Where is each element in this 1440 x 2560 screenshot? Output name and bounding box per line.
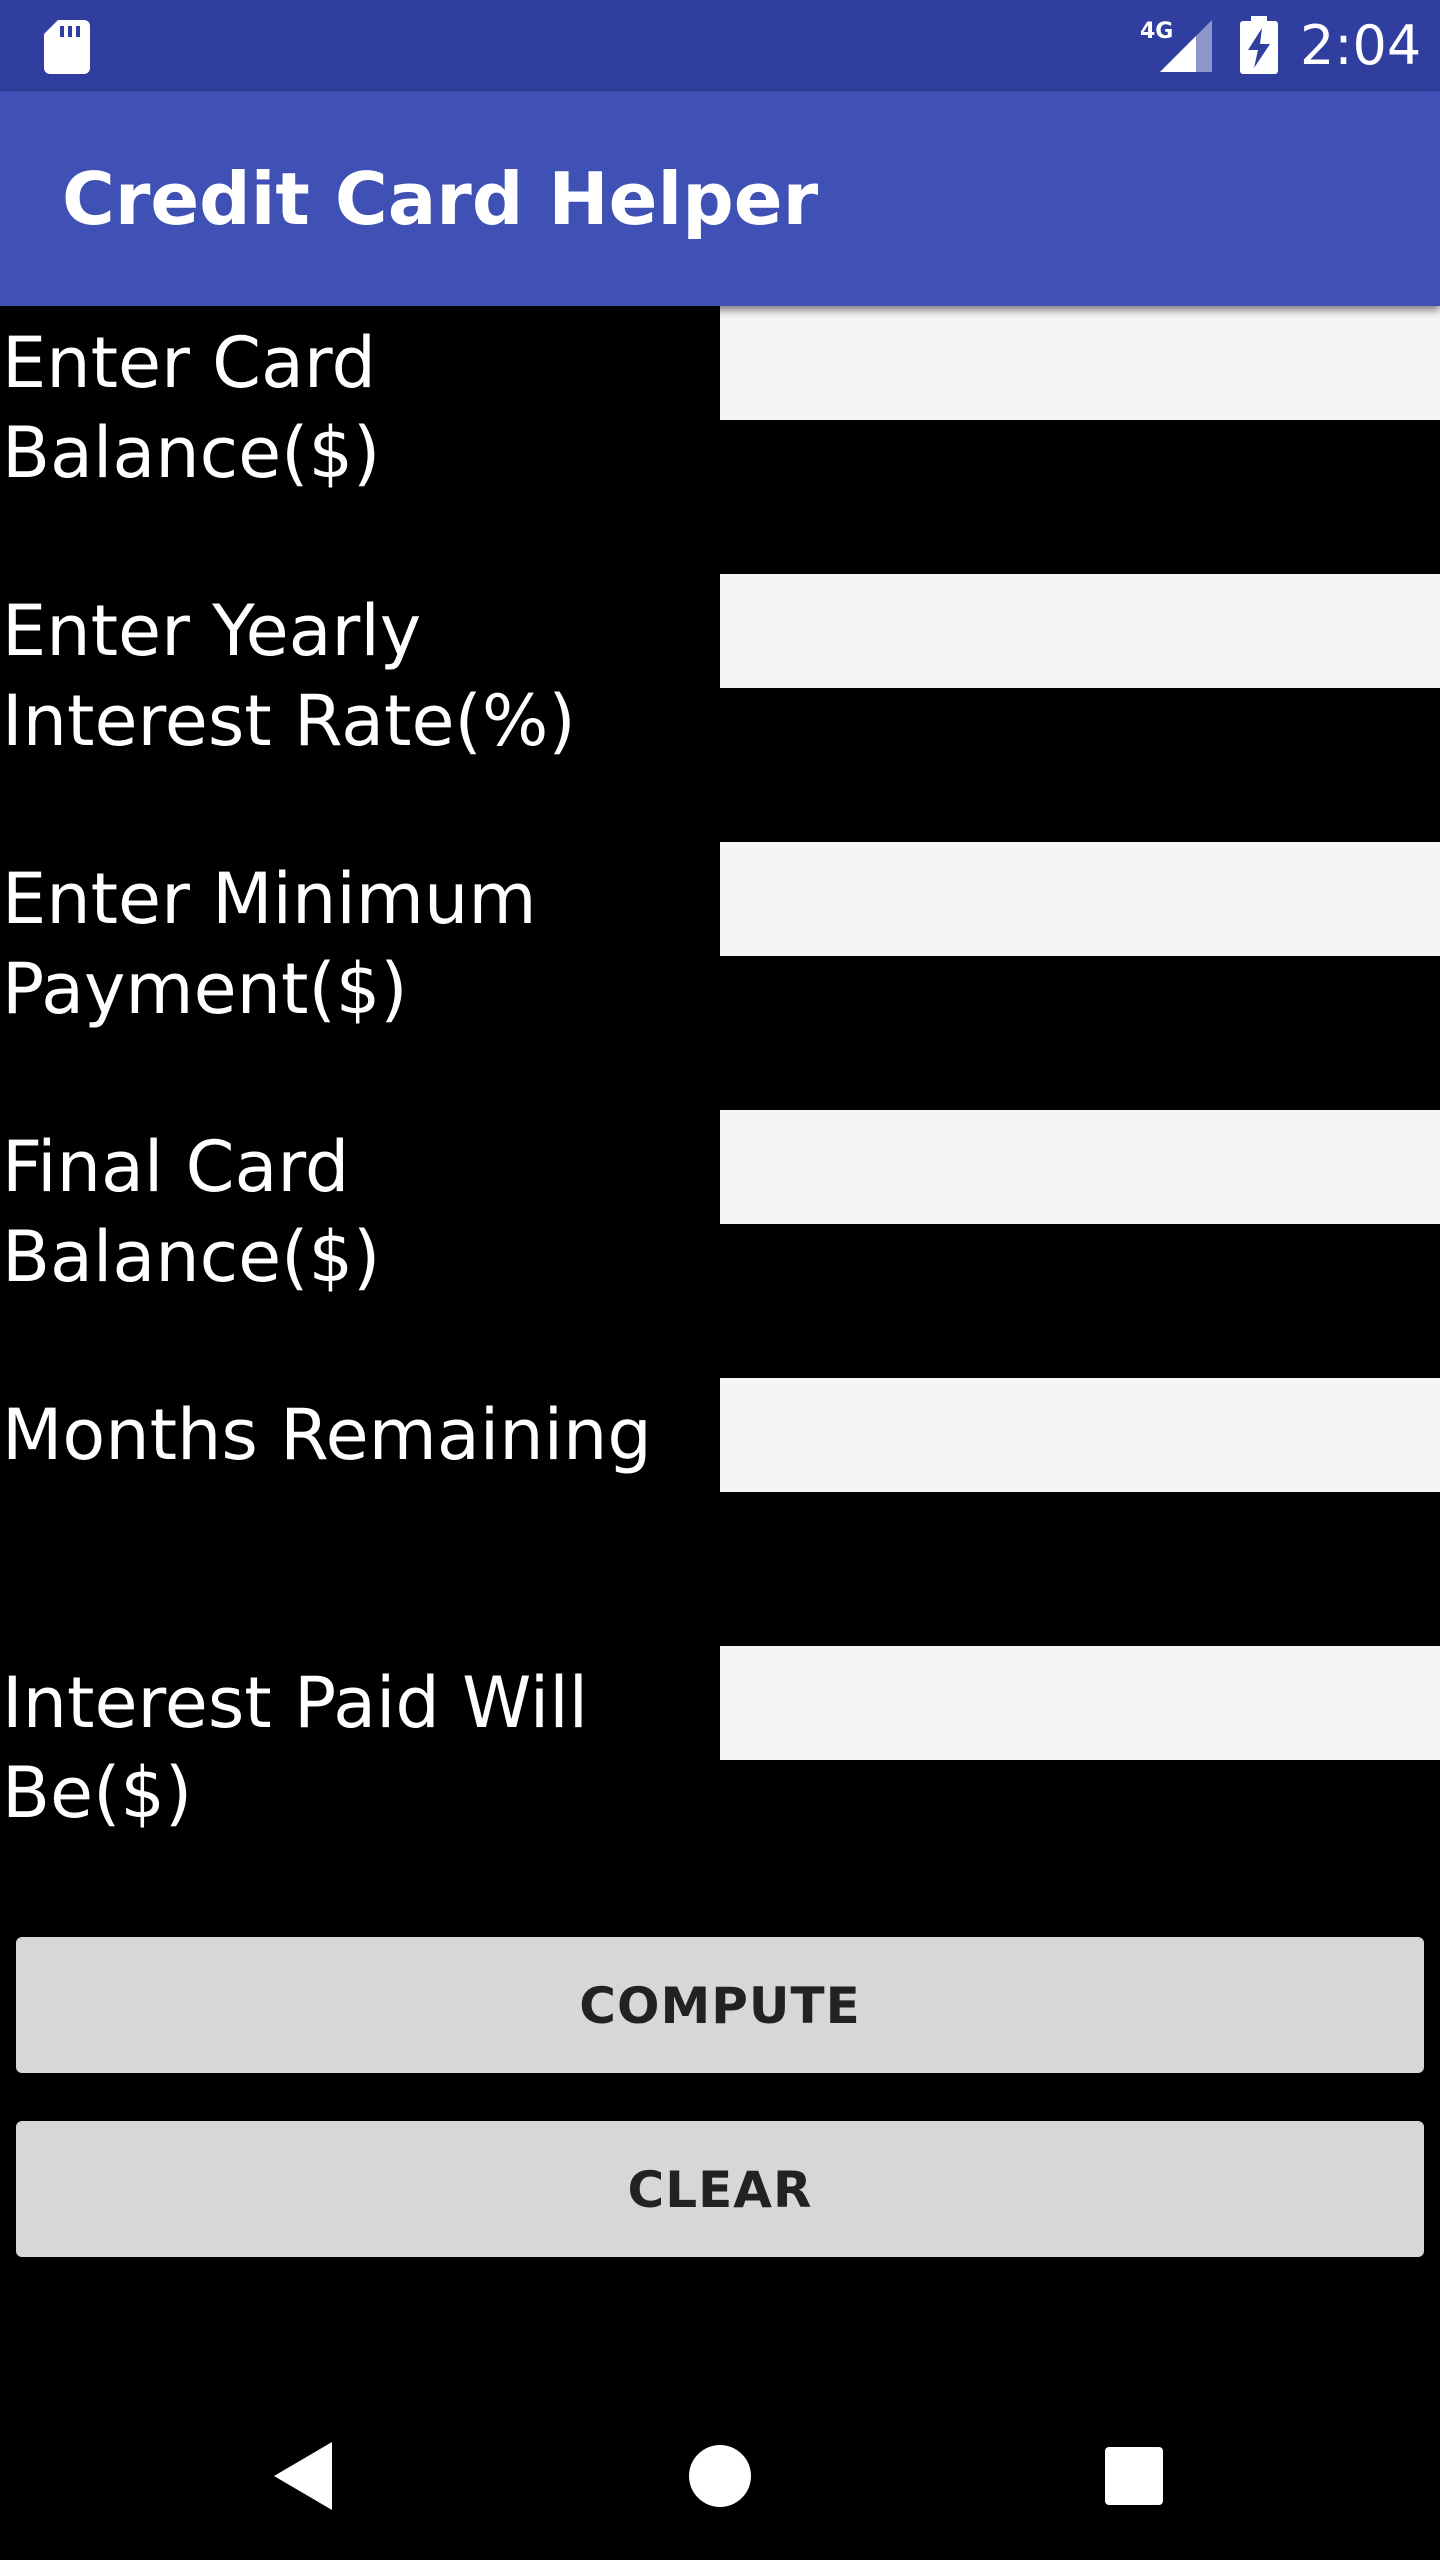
navigation-bar — [0, 2400, 1440, 2560]
minimum-payment-row: Enter Minimum Payment($) — [0, 842, 1440, 1110]
home-icon[interactable] — [680, 2436, 760, 2516]
card-balance-input[interactable] — [720, 306, 1440, 420]
app-bar: Credit Card Helper — [0, 91, 1440, 306]
clear-button[interactable]: CLEAR — [16, 2121, 1424, 2257]
card-balance-row: Enter Card Balance($) — [0, 306, 1440, 574]
final-balance-input[interactable] — [720, 1110, 1440, 1224]
minimum-payment-label: Enter Minimum Payment($) — [2, 858, 537, 1030]
months-remaining-label: Months Remaining — [2, 1394, 652, 1476]
signal-icon: 4G — [1140, 19, 1212, 72]
clock: 2:04 — [1300, 14, 1422, 77]
final-balance-row: Final Card Balance($) — [0, 1110, 1440, 1378]
interest-rate-label: Enter Yearly Interest Rate(%) — [2, 590, 576, 762]
card-balance-label: Enter Card Balance($) — [2, 322, 381, 494]
compute-button[interactable]: COMPUTE — [16, 1937, 1424, 2073]
sd-card-icon — [44, 20, 90, 74]
battery-charging-icon — [1240, 16, 1278, 74]
interest-rate-row: Enter Yearly Interest Rate(%) — [0, 574, 1440, 842]
interest-rate-input[interactable] — [720, 574, 1440, 688]
status-bar: 4G 2:04 — [0, 0, 1440, 91]
final-balance-label: Final Card Balance($) — [2, 1126, 381, 1298]
months-remaining-input[interactable] — [720, 1378, 1440, 1492]
app-title: Credit Card Helper — [62, 157, 819, 241]
interest-paid-row: Interest Paid Will Be($) — [0, 1646, 1440, 1914]
recents-icon[interactable] — [1094, 2436, 1174, 2516]
minimum-payment-input[interactable] — [720, 842, 1440, 956]
network-label: 4G — [1140, 19, 1173, 44]
interest-paid-label: Interest Paid Will Be($) — [2, 1662, 589, 1834]
months-remaining-row: Months Remaining — [0, 1378, 1440, 1646]
back-icon[interactable] — [266, 2436, 346, 2516]
interest-paid-input[interactable] — [720, 1646, 1440, 1760]
